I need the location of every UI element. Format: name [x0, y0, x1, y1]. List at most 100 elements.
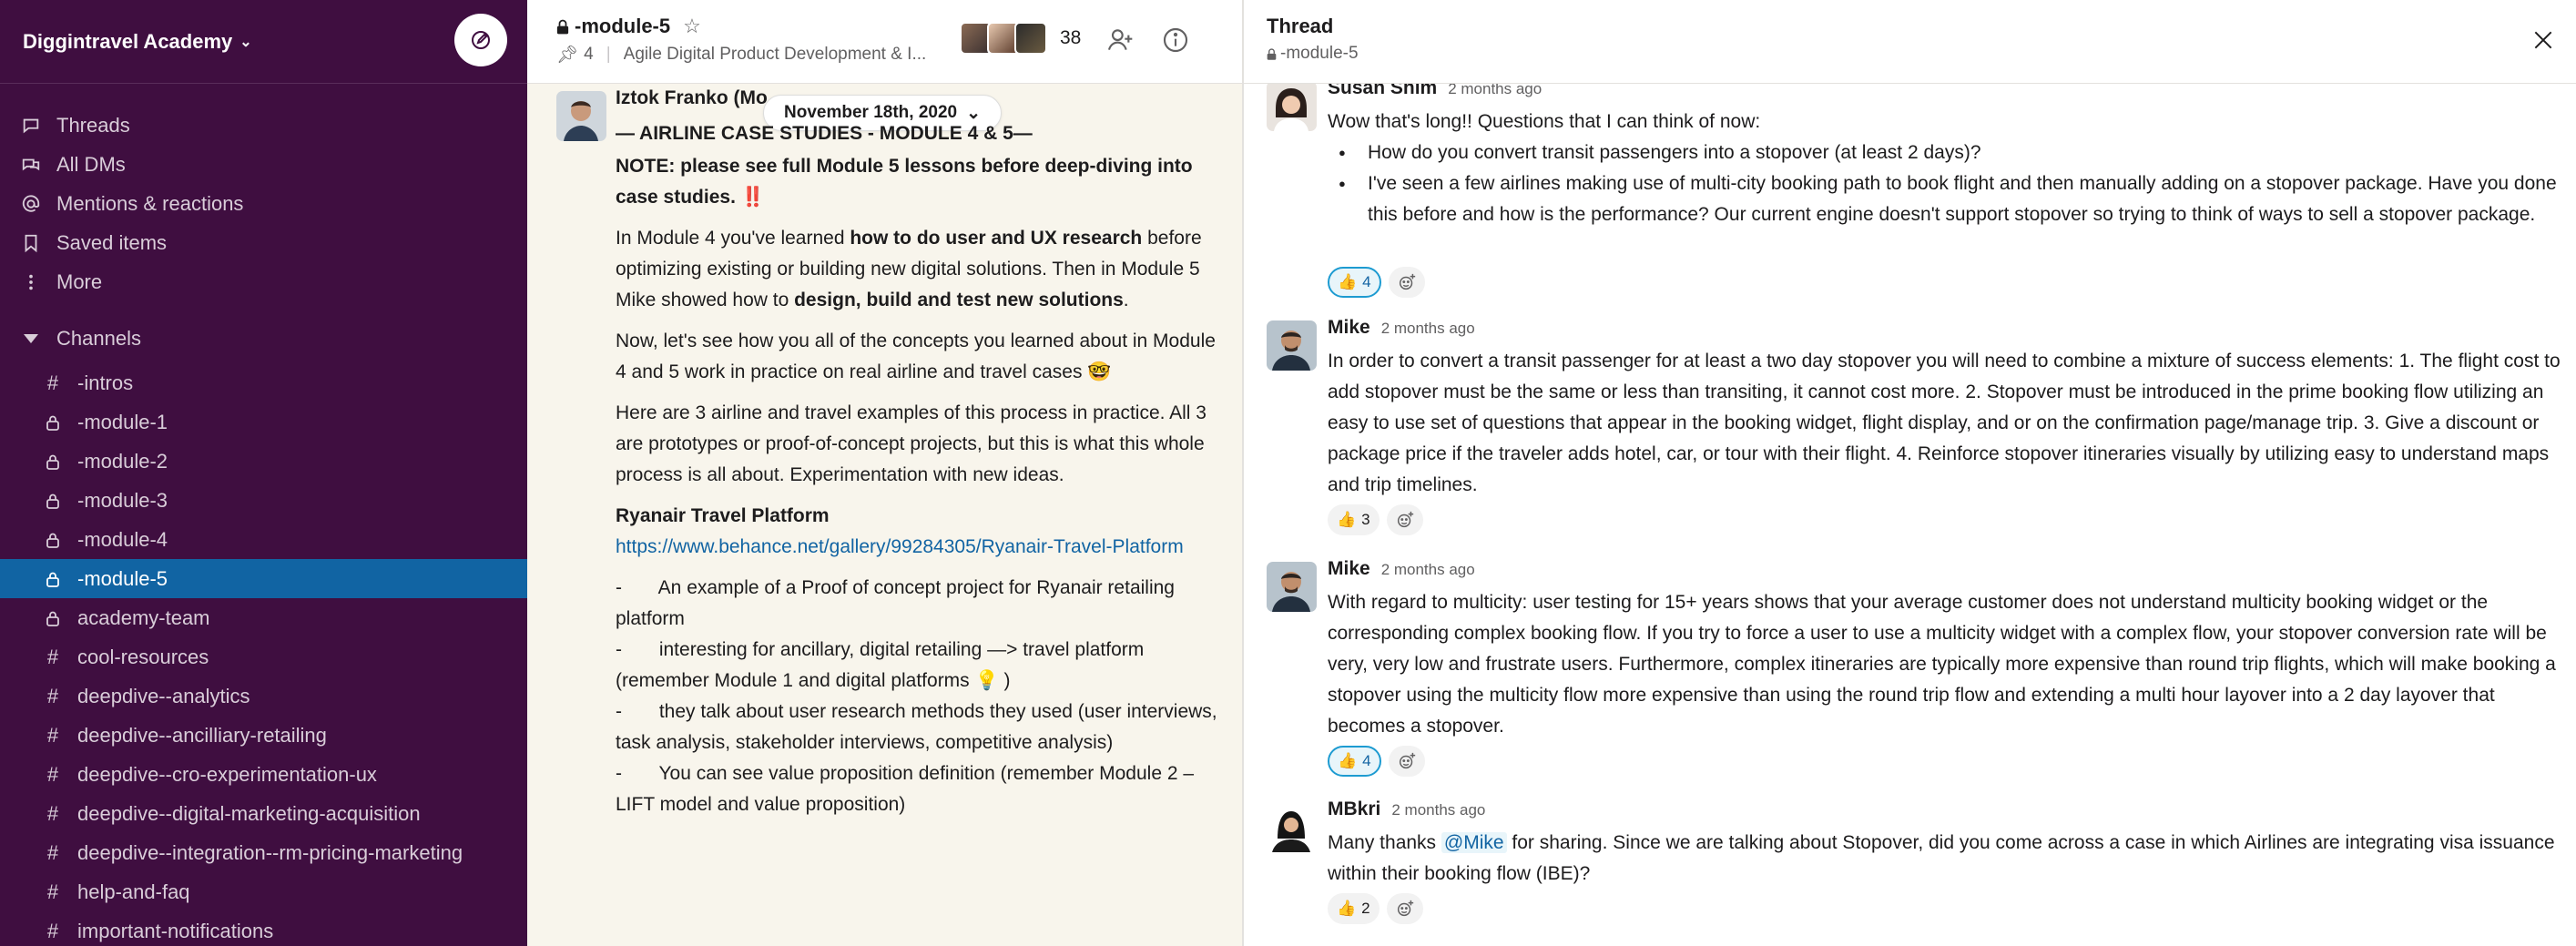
message-author[interactable]: Iztok Franko (Mo: [616, 87, 768, 109]
reply-body: In order to convert a transit passenger …: [1328, 351, 2561, 495]
channel-label: important-notifications: [77, 919, 274, 942]
sidebar-channel-module-3[interactable]: -module-3: [0, 481, 527, 520]
thread-title: Thread: [1267, 15, 1334, 37]
add-emoji-icon: [1399, 273, 1415, 290]
channel-label: cool-resources: [77, 645, 209, 668]
channel-label: deepdive--ancilliary-retailing: [77, 723, 327, 747]
sidebar-channel-module-5[interactable]: -module-5: [0, 559, 527, 598]
member-avatars-button[interactable]: 38: [960, 22, 1081, 55]
reply-author[interactable]: Mike: [1328, 558, 1370, 580]
reaction-bar: 👍 3: [1328, 504, 1423, 535]
sidebar-item-mentions[interactable]: Mentions & reactions: [0, 184, 527, 223]
sidebar: Diggintravel Academy ⌄ Threads All DMs M…: [0, 0, 527, 946]
user-mention[interactable]: @Mike: [1441, 832, 1507, 853]
sidebar-item-all-dms[interactable]: All DMs: [0, 145, 527, 184]
thumbs-up-emoji: 👍: [1338, 752, 1358, 769]
add-emoji-icon: [1399, 752, 1415, 769]
hash-icon: #: [46, 684, 59, 707]
thumbs-up-emoji: 👍: [1338, 273, 1358, 290]
sidebar-item-label: Threads: [56, 113, 130, 137]
channel-header: -module-5 ☆ 📌︎ 4 | Agile Digital Product…: [527, 0, 1242, 84]
close-thread-button[interactable]: [2527, 24, 2560, 56]
bookmark-icon: [20, 232, 42, 254]
thread-channel-name: -module-5: [1280, 44, 1359, 63]
channels-section-toggle[interactable]: Channels: [0, 319, 527, 358]
lightbulb-emoji: 💡: [974, 670, 999, 691]
channel-description[interactable]: Agile Digital Product Development & I...: [624, 45, 927, 65]
sidebar-channel-deepdive-integration-rm-pricing-marketing[interactable]: # deepdive--integration--rm-pricing-marke…: [0, 833, 527, 872]
add-member-button[interactable]: [1104, 24, 1136, 56]
thread-reply: Susan Shim 2 months ago Wow that's long!…: [1244, 77, 2576, 305]
avatar[interactable]: [556, 91, 606, 141]
channel-label: -module-1: [77, 410, 168, 433]
channel-label: -module-5: [77, 566, 168, 590]
reply-text: for sharing. Since we are talking about …: [1328, 832, 2555, 884]
lock-icon: [44, 493, 62, 509]
channel-label: -module-3: [77, 488, 168, 512]
sidebar-channel-deepdive-ancilliary-retailing[interactable]: # deepdive--ancilliary-retailing: [0, 716, 527, 755]
avatar[interactable]: [1267, 562, 1317, 612]
lock-icon: [44, 571, 62, 587]
channel-details-button[interactable]: [1159, 24, 1192, 56]
sidebar-item-label: Mentions & reactions: [56, 191, 244, 215]
reply-timestamp[interactable]: 2 months ago: [1381, 561, 1475, 579]
case-title: Ryanair Travel Platform: [616, 505, 830, 526]
pinned-count[interactable]: 4: [584, 45, 594, 65]
sidebar-item-saved[interactable]: Saved items: [0, 223, 527, 262]
sidebar-item-more[interactable]: More: [0, 262, 527, 301]
sidebar-channel-cool-resources[interactable]: # cool-resources: [0, 637, 527, 676]
message-list: Iztok Franko (Mo November 18th, 2020 ⌄ —…: [527, 84, 1242, 946]
member-count: 38: [1060, 27, 1082, 48]
sidebar-channel-module-2[interactable]: -module-2: [0, 442, 527, 481]
reply-author[interactable]: Mike: [1328, 317, 1370, 339]
message-body: — AIRLINE CASE STUDIES - MODULE 4 & 5— N…: [616, 118, 1221, 820]
reply-timestamp[interactable]: 2 months ago: [1381, 320, 1475, 338]
add-reaction-button[interactable]: [1386, 893, 1423, 924]
sidebar-channel-help-and-faq[interactable]: # help-and-faq: [0, 872, 527, 911]
avatar[interactable]: [1267, 81, 1317, 131]
case-link[interactable]: https://www.behance.net/gallery/99284305…: [616, 536, 1184, 557]
sidebar-channel-deepdive-analytics[interactable]: # deepdive--analytics: [0, 676, 527, 716]
sidebar-channel-module-4[interactable]: -module-4: [0, 520, 527, 559]
info-icon: [1163, 27, 1188, 53]
sidebar-channel-important-notifications[interactable]: # important-notifications: [0, 911, 527, 946]
sidebar-channel-academy-team[interactable]: academy-team: [0, 598, 527, 637]
sidebar-nav: Threads All DMs Mentions & reactions Sav…: [0, 84, 527, 301]
reply-header: Mike 2 months ago: [1328, 558, 1475, 580]
hash-icon: #: [46, 919, 59, 942]
add-reaction-button[interactable]: [1388, 746, 1425, 777]
channel-label: deepdive--digital-marketing-acquisition: [77, 801, 421, 825]
sidebar-channel-intros[interactable]: # -intros: [0, 363, 527, 402]
channel-title-button[interactable]: -module-5 ☆: [556, 15, 701, 38]
lock-icon: [556, 19, 569, 34]
sidebar-channel-module-1[interactable]: -module-1: [0, 402, 527, 442]
reaction-thumbs-up[interactable]: 👍 4: [1328, 267, 1381, 298]
sidebar-item-threads[interactable]: Threads: [0, 106, 527, 145]
hash-icon: #: [46, 723, 59, 747]
workspace-switcher[interactable]: Diggintravel Academy ⌄: [23, 30, 252, 54]
avatar[interactable]: [1267, 320, 1317, 371]
thread-pane: Thread -module-5 Susan Shim 2 months ago…: [1244, 0, 2576, 946]
pin-icon[interactable]: 📌︎: [556, 44, 578, 66]
add-reaction-button[interactable]: [1386, 504, 1423, 535]
hash-icon: #: [46, 801, 59, 825]
hash-icon: #: [46, 645, 59, 668]
star-icon[interactable]: ☆: [683, 15, 701, 38]
reaction-thumbs-up[interactable]: 👍 2: [1328, 893, 1380, 924]
sidebar-channel-deepdive-cro-experimentation-ux[interactable]: # deepdive--cro-experimentation-ux: [0, 755, 527, 794]
channel-label: academy-team: [77, 605, 210, 629]
sidebar-channel-deepdive-digital-marketing-acquisition[interactable]: # deepdive--digital-marketing-acquisition: [0, 794, 527, 833]
compose-button[interactable]: [454, 14, 507, 66]
nerd-emoji: 🤓: [1087, 361, 1112, 382]
reaction-thumbs-up[interactable]: 👍 3: [1328, 504, 1380, 535]
reply-timestamp[interactable]: 2 months ago: [1391, 801, 1485, 819]
message-text: Now, let's see how you all of the concep…: [616, 331, 1216, 382]
reaction-bar: 👍 4: [1328, 267, 1425, 298]
add-reaction-button[interactable]: [1388, 267, 1425, 298]
hash-icon: #: [46, 371, 59, 394]
threads-icon: [20, 115, 42, 137]
reply-author[interactable]: MBkri: [1328, 799, 1380, 820]
thread-channel-link[interactable]: -module-5: [1267, 44, 1359, 64]
reaction-thumbs-up[interactable]: 👍 4: [1328, 746, 1381, 777]
avatar[interactable]: [1267, 802, 1317, 852]
